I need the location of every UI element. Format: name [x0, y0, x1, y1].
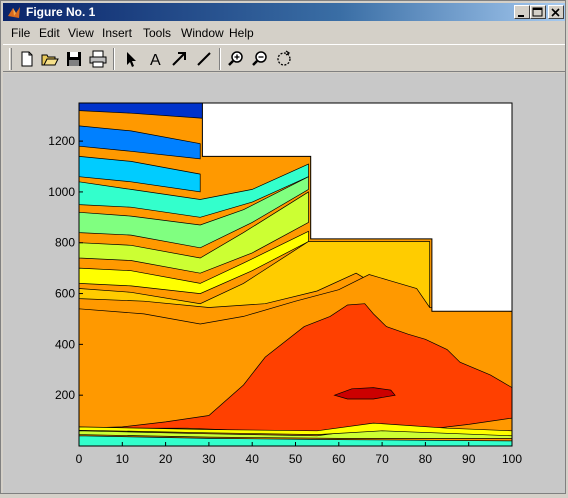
- new-file-icon[interactable]: [17, 49, 37, 69]
- minimize-button[interactable]: [514, 5, 530, 19]
- menu-insert[interactable]: Insert: [102, 26, 132, 40]
- y-tick-label: 600: [55, 287, 75, 301]
- save-icon[interactable]: [64, 49, 84, 69]
- contour-chart: 0 10 20 30 40 50 60 70 80 90 100 200 400 600 800 1000 1…: [48, 102, 522, 466]
- menu-edit[interactable]: Edit: [39, 26, 60, 40]
- menu-view[interactable]: View: [68, 26, 94, 40]
- menu-window[interactable]: Window: [181, 26, 224, 40]
- insert-text-icon[interactable]: A: [146, 49, 166, 69]
- print-icon[interactable]: [88, 49, 108, 69]
- rotate-3d-icon[interactable]: [274, 49, 294, 69]
- x-tick-label: 50: [289, 452, 303, 466]
- x-tick-label: 0: [76, 452, 83, 466]
- insert-arrow-icon[interactable]: [169, 49, 189, 69]
- title-bar[interactable]: Figure No. 1: [3, 3, 565, 21]
- toolbar-grip[interactable]: [9, 48, 12, 70]
- open-folder-icon[interactable]: [40, 49, 60, 69]
- x-tick-label: 80: [419, 452, 433, 466]
- close-icon: [551, 8, 560, 17]
- zoom-in-icon[interactable]: [226, 49, 246, 69]
- x-tick-label: 70: [375, 452, 389, 466]
- x-tick-label: 100: [502, 452, 522, 466]
- x-tick-label: 20: [159, 452, 173, 466]
- menu-help[interactable]: Help: [229, 26, 254, 40]
- y-tick-label: 800: [55, 236, 75, 250]
- y-tick-label: 400: [55, 337, 75, 351]
- y-tick-label: 1200: [48, 134, 75, 148]
- close-button[interactable]: [548, 5, 564, 19]
- insert-line-icon[interactable]: [194, 49, 214, 69]
- x-tick-label: 60: [332, 452, 346, 466]
- x-tick-label: 40: [246, 452, 260, 466]
- toolbar: A: [3, 44, 565, 72]
- x-tick-label: 10: [116, 452, 130, 466]
- select-arrow-icon[interactable]: [121, 49, 141, 69]
- svg-text:A: A: [150, 52, 161, 69]
- y-tick-label: 200: [55, 388, 75, 402]
- y-tick-label: 1000: [48, 185, 75, 199]
- x-tick-label: 30: [202, 452, 216, 466]
- toolbar-separator: [113, 48, 115, 70]
- x-tick-label: 90: [462, 452, 476, 466]
- window-title: Figure No. 1: [26, 5, 96, 19]
- zoom-out-icon[interactable]: [250, 49, 270, 69]
- figure-window: Figure No. 1 File Edit View Insert Tools…: [0, 0, 566, 494]
- minimize-icon: [518, 15, 524, 17]
- figure-canvas[interactable]: 0 10 20 30 40 50 60 70 80 90 100 200 400 600 800 1000 1…: [3, 73, 565, 493]
- menu-file[interactable]: File: [11, 26, 30, 40]
- maximize-button[interactable]: [530, 5, 546, 19]
- menu-tools[interactable]: Tools: [143, 26, 171, 40]
- maximize-icon: [532, 7, 543, 17]
- matlab-logo-icon: [8, 7, 20, 18]
- menu-bar: File Edit View Insert Tools Window Help: [3, 23, 565, 43]
- toolbar-separator: [219, 48, 221, 70]
